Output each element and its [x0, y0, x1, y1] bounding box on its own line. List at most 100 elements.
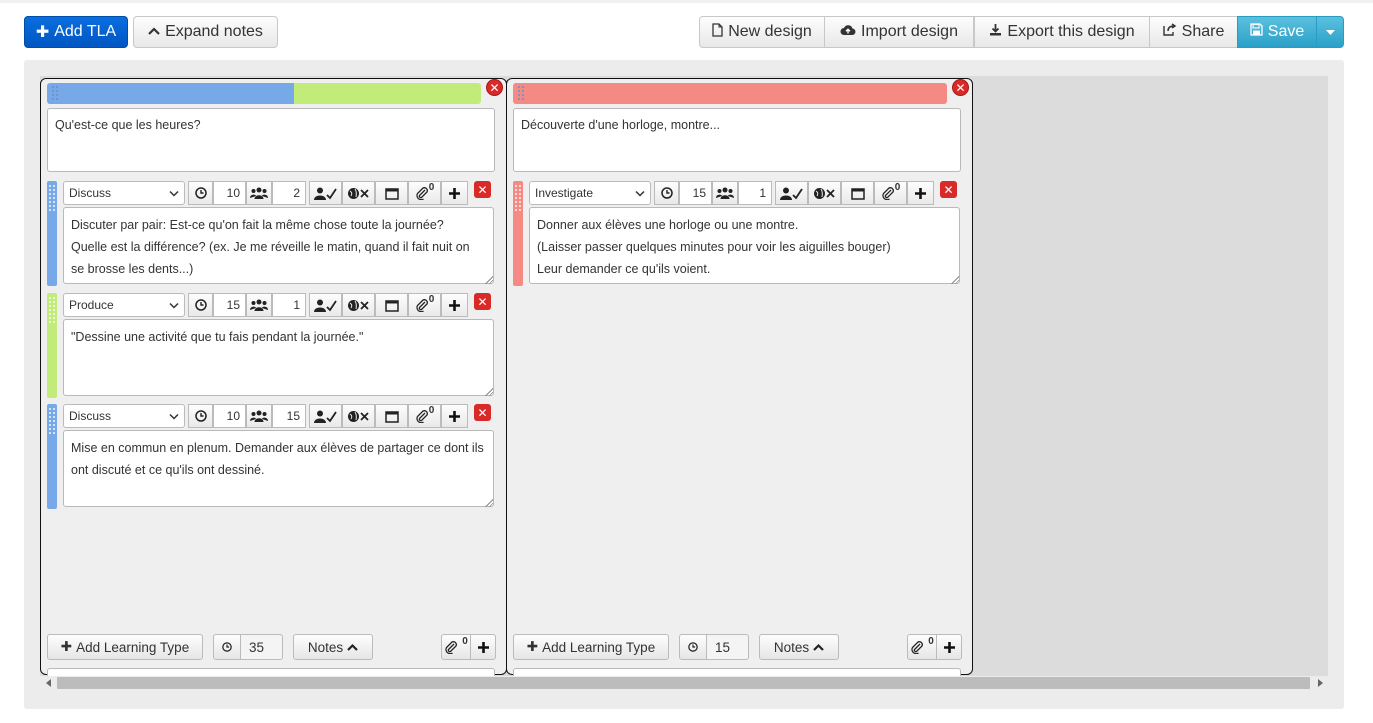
total-time-value: 15 — [706, 634, 749, 660]
duration-clock-icon — [654, 181, 679, 205]
group-size-input[interactable]: 1 — [738, 181, 772, 205]
online-toggle-icon[interactable] — [342, 404, 375, 428]
tla-description-input[interactable]: Qu'est-ce que les heures? — [47, 108, 495, 172]
activity-description-input[interactable]: Discuter par pair: Est-ce qu'on fait la … — [63, 207, 494, 284]
tla-header-segment — [294, 83, 481, 104]
add-learning-type-button[interactable]: ✚ Add Learning Type — [513, 634, 669, 660]
chevron-up-icon — [813, 640, 824, 655]
scroll-left-icon[interactable] — [46, 679, 51, 687]
remove-activity-icon[interactable]: ✕ — [474, 293, 491, 310]
remove-activity-icon[interactable]: ✕ — [940, 181, 957, 198]
notes-toggle-button[interactable]: Notes — [293, 634, 373, 660]
resize-handle-icon[interactable] — [485, 388, 493, 396]
expand-notes-label: Expand notes — [165, 23, 263, 40]
group-size-input[interactable]: 2 — [272, 181, 306, 205]
calendar-icon[interactable] — [841, 181, 874, 205]
duration-input[interactable]: 15 — [679, 181, 712, 205]
attachment-icon[interactable]: 0 — [408, 181, 441, 205]
new-design-button[interactable]: New design — [699, 16, 825, 48]
export-design-button[interactable]: Export this design — [974, 16, 1150, 48]
group-size-input[interactable]: 1 — [272, 293, 306, 317]
drag-handle-icon[interactable] — [51, 85, 59, 101]
add-note-icon[interactable] — [470, 634, 496, 660]
add-tla-label: Add TLA — [54, 23, 117, 40]
remove-tla-icon[interactable]: ✕ — [486, 79, 503, 96]
attachment-icon[interactable]: 0 — [441, 634, 471, 660]
activity-color-handle[interactable] — [47, 404, 57, 509]
drag-handle-icon — [48, 407, 56, 435]
activity-description-input[interactable]: "Dessine une activité que tu fais pendan… — [63, 319, 494, 396]
design-canvas: ✕ Qu'est-ce que les heures? Discuss 10 2 … — [24, 60, 1344, 709]
share-button[interactable]: Share — [1149, 16, 1238, 48]
import-design-label: Import design — [861, 23, 958, 40]
add-note-icon[interactable] — [907, 181, 934, 205]
activity-color-handle[interactable] — [47, 181, 57, 286]
horizontal-scrollbar[interactable] — [40, 676, 1328, 690]
tla-description-input[interactable]: Découverte d'une horloge, montre... — [513, 108, 961, 172]
remove-activity-icon[interactable]: ✕ — [474, 181, 491, 198]
remove-tla-icon[interactable]: ✕ — [952, 79, 969, 96]
tla-header-bar[interactable] — [513, 83, 947, 104]
activity-description-input[interactable]: Mise en commun en plenum. Demander aux é… — [63, 430, 494, 507]
calendar-icon[interactable] — [375, 181, 408, 205]
cloud-upload-icon — [840, 23, 856, 41]
learning-type-select[interactable]: Produce — [63, 293, 185, 317]
attachment-icon[interactable]: 0 — [874, 181, 907, 205]
add-note-icon[interactable] — [441, 293, 468, 317]
add-learning-type-label: Add Learning Type — [542, 639, 656, 655]
add-note-icon[interactable] — [441, 404, 468, 428]
teacher-present-icon[interactable] — [309, 293, 342, 317]
activity-toolbar: Investigate 15 1 0 ✕ — [529, 181, 957, 205]
calendar-icon[interactable] — [375, 404, 408, 428]
attachment-icon[interactable]: 0 — [907, 634, 937, 660]
drag-handle-icon — [514, 184, 522, 212]
activity-color-handle[interactable] — [47, 293, 57, 398]
resize-handle-icon[interactable] — [951, 276, 959, 284]
learning-type-select[interactable]: Discuss — [63, 181, 185, 205]
tla-notes-input[interactable] — [47, 668, 495, 676]
save-options-dropdown[interactable] — [1316, 16, 1344, 48]
duration-input[interactable]: 10 — [213, 181, 246, 205]
learning-type-value: Discuss — [69, 409, 112, 423]
tla-header-bar[interactable] — [47, 83, 481, 104]
teacher-present-icon[interactable] — [775, 181, 808, 205]
learning-type-select[interactable]: Discuss — [63, 404, 185, 428]
add-tla-button[interactable]: ✚ Add TLA — [24, 16, 128, 48]
chevron-down-icon — [635, 186, 645, 200]
import-design-button[interactable]: Import design — [824, 16, 974, 48]
caret-down-icon — [1325, 23, 1335, 41]
add-note-icon[interactable] — [441, 181, 468, 205]
online-toggle-icon[interactable] — [342, 181, 375, 205]
calendar-icon[interactable] — [375, 293, 408, 317]
attachment-icon[interactable]: 0 — [408, 404, 441, 428]
notes-toggle-button[interactable]: Notes — [759, 634, 839, 660]
resize-handle-icon[interactable] — [485, 276, 493, 284]
remove-activity-icon[interactable]: ✕ — [474, 404, 491, 421]
teacher-present-icon[interactable] — [309, 404, 342, 428]
online-toggle-icon[interactable] — [808, 181, 841, 205]
scroll-right-icon[interactable] — [1318, 679, 1323, 687]
learning-type-select[interactable]: Investigate — [529, 181, 651, 205]
scrollbar-thumb[interactable] — [57, 677, 1310, 689]
save-button[interactable]: Save — [1237, 16, 1317, 48]
duration-clock-icon — [188, 181, 213, 205]
add-learning-type-button[interactable]: ✚ Add Learning Type — [47, 634, 203, 660]
activity-description-input[interactable]: Donner aux élèves une horloge ou une mon… — [529, 207, 960, 284]
teacher-present-icon[interactable] — [309, 181, 342, 205]
drag-handle-icon[interactable] — [517, 85, 525, 101]
learning-type-value: Discuss — [69, 186, 112, 200]
add-note-icon[interactable] — [936, 634, 962, 660]
duration-input[interactable]: 10 — [213, 404, 246, 428]
chevron-down-icon — [169, 409, 179, 423]
group-size-input[interactable]: 15 — [272, 404, 306, 428]
online-toggle-icon[interactable] — [342, 293, 375, 317]
resize-handle-icon[interactable] — [485, 499, 493, 507]
tla-notes-input[interactable] — [513, 668, 961, 676]
tla-header-segment — [513, 83, 947, 104]
total-time-clock-icon — [679, 634, 707, 660]
attachment-icon[interactable]: 0 — [408, 293, 441, 317]
expand-notes-button[interactable]: Expand notes — [133, 16, 278, 48]
notes-label: Notes — [307, 639, 344, 655]
activity-color-handle[interactable] — [513, 181, 523, 286]
duration-input[interactable]: 15 — [213, 293, 246, 317]
